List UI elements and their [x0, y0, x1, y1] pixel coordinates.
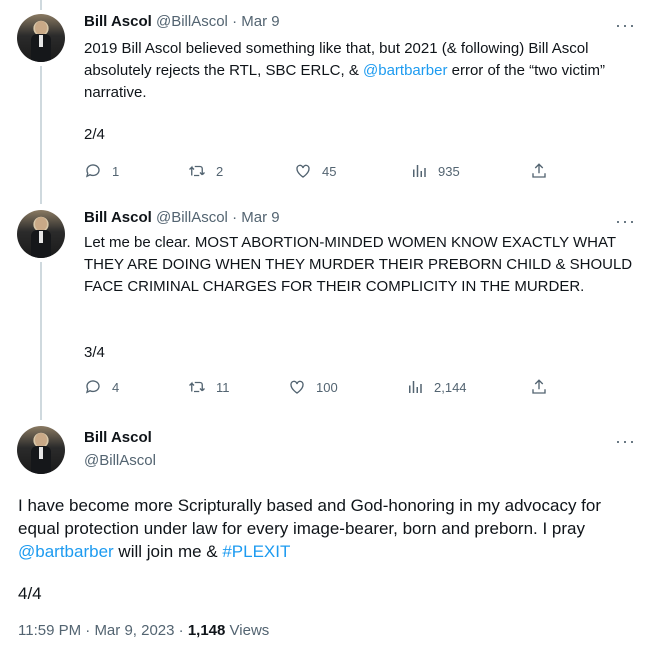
like-count: 45 — [322, 163, 337, 179]
like-icon — [290, 380, 304, 394]
like-icon — [296, 164, 310, 178]
reply-count: 4 — [112, 379, 120, 395]
author-name[interactable]: Bill Ascol — [84, 428, 152, 448]
like-button[interactable]: 100 — [288, 378, 338, 396]
tweet-meta: 11:59 PM · Mar 9, 2023 · 1,148 Views — [18, 622, 269, 639]
share-button[interactable] — [530, 162, 558, 180]
views-icon — [413, 165, 426, 177]
reply-button[interactable]: 4 — [84, 378, 119, 396]
retweet-icon — [189, 165, 205, 177]
thread-line — [40, 66, 42, 204]
tweet-date[interactable]: Mar 9 — [241, 13, 279, 30]
mention-link[interactable]: @bartbarber — [363, 62, 447, 79]
views-icon — [409, 381, 422, 393]
tweet-text-part: will join me & — [113, 542, 223, 561]
tweet-text: I have become more Scripturally based an… — [18, 494, 638, 563]
reply-icon — [85, 380, 100, 394]
avatar[interactable] — [17, 426, 65, 474]
more-options-icon[interactable]: ··· — [615, 212, 636, 230]
retweet-count: 2 — [216, 163, 224, 179]
avatar[interactable] — [17, 210, 65, 258]
reply-icon — [85, 164, 100, 178]
tweet-text-part: I have become more Scripturally based an… — [18, 496, 602, 538]
like-count: 100 — [316, 379, 338, 395]
avatar[interactable] — [17, 14, 65, 62]
action-bar: 4 11 100 2,144 — [84, 378, 554, 398]
mention-link[interactable]: @bartbarber — [18, 542, 114, 561]
tweet-date[interactable]: Mar 9 — [241, 209, 279, 226]
author-name-text: Bill Ascol — [84, 429, 152, 446]
thread-counter: 3/4 — [84, 344, 105, 361]
retweet-button[interactable]: 2 — [188, 162, 223, 180]
action-bar: 1 2 45 935 — [84, 162, 554, 182]
thread-counter: 4/4 — [18, 584, 42, 603]
hashtag-link[interactable]: #PLEXIT — [222, 542, 290, 561]
views-button[interactable]: 2,144 — [406, 378, 467, 396]
author-handle[interactable]: @BillAscol — [84, 451, 156, 471]
separator: · — [178, 622, 184, 639]
separator: · — [232, 13, 238, 30]
share-button[interactable] — [530, 378, 558, 396]
like-button[interactable]: 45 — [294, 162, 336, 180]
retweet-count: 11 — [216, 379, 230, 395]
tweet-text: Let me be clear. MOST ABORTION-MINDED WO… — [84, 234, 633, 295]
views-label: Views — [229, 622, 270, 639]
separator: · — [85, 622, 91, 639]
author-name[interactable]: Bill Ascol — [84, 13, 152, 30]
author-handle[interactable]: @BillAscol — [156, 209, 228, 226]
tweet-time[interactable]: 11:59 PM — [18, 622, 81, 639]
thread-line — [40, 0, 42, 10]
retweet-icon — [189, 381, 205, 393]
views-count: 2,144 — [434, 379, 467, 395]
author-name[interactable]: Bill Ascol — [84, 209, 152, 226]
reply-button[interactable]: 1 — [84, 162, 119, 180]
share-icon — [532, 163, 546, 178]
tweet-header: Bill Ascol @BillAscol · Mar 9 — [84, 208, 280, 228]
thread-counter: 2/4 — [84, 126, 105, 143]
share-icon — [532, 379, 546, 394]
reply-count: 1 — [112, 163, 120, 179]
retweet-button[interactable]: 11 — [188, 378, 230, 396]
more-options-icon[interactable]: ··· — [615, 432, 636, 450]
views-count: 1,148 — [187, 622, 226, 639]
thread-line — [40, 262, 42, 420]
tweet-header: Bill Ascol @BillAscol · Mar 9 — [84, 12, 280, 32]
tweet-date[interactable]: Mar 9, 2023 — [94, 622, 174, 639]
more-options-icon[interactable]: ··· — [615, 16, 636, 34]
tweet-text: 2019 Bill Ascol believed something like … — [84, 38, 634, 104]
author-handle[interactable]: @BillAscol — [156, 13, 228, 30]
separator: · — [232, 209, 238, 226]
views-button[interactable]: 935 — [410, 162, 460, 180]
views-count: 935 — [438, 163, 460, 179]
